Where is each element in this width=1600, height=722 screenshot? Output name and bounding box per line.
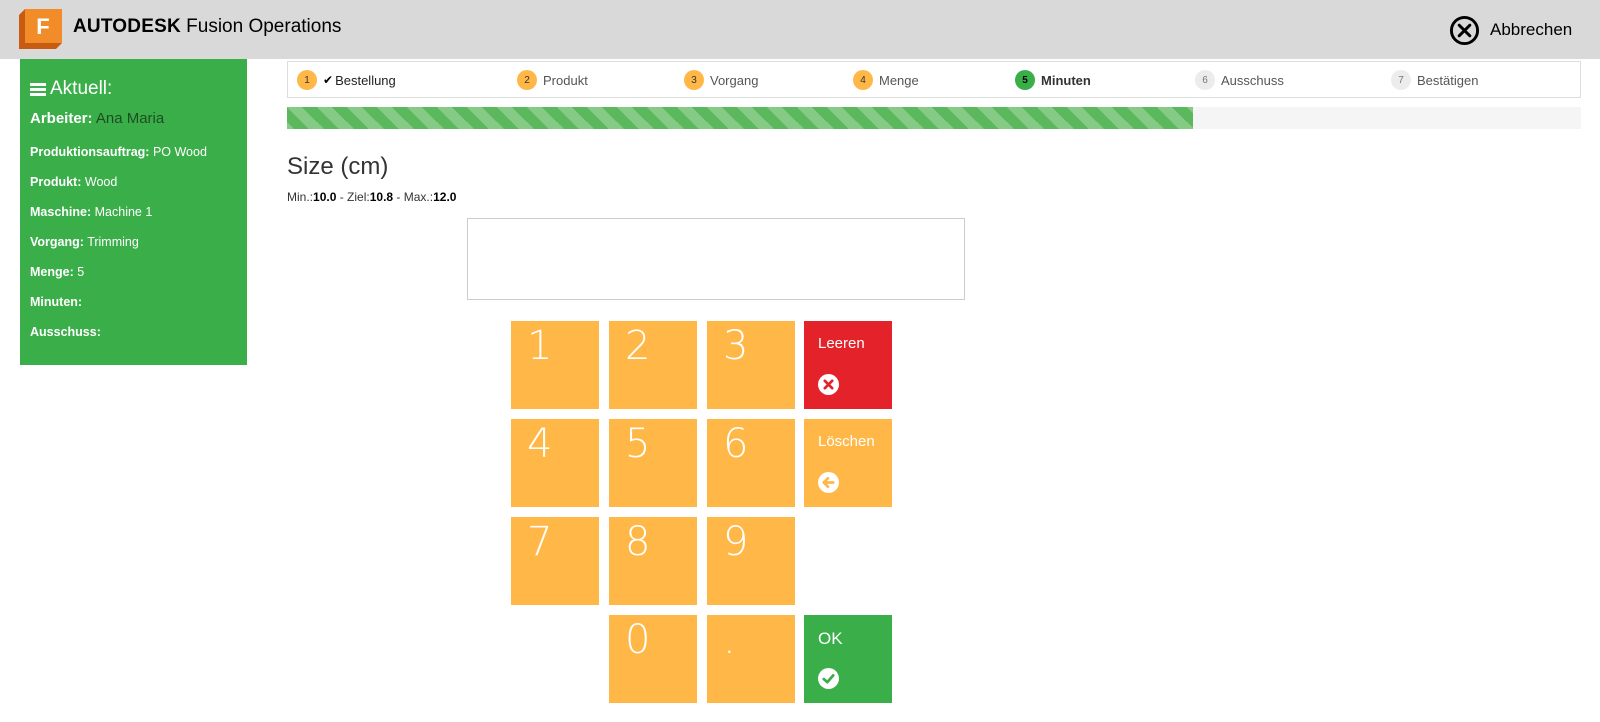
step-7: 7 Bestätigen xyxy=(1391,70,1478,90)
delete-button[interactable]: Löschen xyxy=(804,419,892,507)
step-number: 5 xyxy=(1015,70,1035,90)
key-8[interactable]: 8 xyxy=(609,517,697,605)
step-5: 5 Minuten xyxy=(1015,70,1091,90)
key-6[interactable]: 6 xyxy=(707,419,795,507)
check-icon: ✔ xyxy=(323,73,334,87)
wizard-steps: 1 ✔ Bestellung 2 Produkt 3 Vorgang 4 Menge 5 Minut… xyxy=(287,61,1581,98)
menu-icon xyxy=(30,82,46,96)
step-number: 2 xyxy=(517,70,537,90)
value-display[interactable] xyxy=(467,218,965,300)
field-title: Size (cm) xyxy=(287,153,389,180)
step-label: Menge xyxy=(879,72,919,88)
info-row: Vorgang: Trimming xyxy=(30,235,139,249)
clear-icon xyxy=(818,374,839,395)
worker-row: Arbeiter: Ana Maria xyxy=(30,110,165,127)
info-row: Produktionsauftrag: PO Wood xyxy=(30,145,207,159)
info-row: Ausschuss: xyxy=(30,325,101,339)
key-9[interactable]: 9 xyxy=(707,517,795,605)
step-label: Minuten xyxy=(1041,72,1091,88)
step-3: 3 Vorgang xyxy=(684,70,758,90)
logo-letter: F xyxy=(36,14,49,39)
key-decimal[interactable]: . xyxy=(707,615,795,703)
step-number: 6 xyxy=(1195,70,1215,90)
ok-button[interactable]: OK xyxy=(804,615,892,703)
progress-bar xyxy=(287,107,1581,129)
cancel-button[interactable]: Abbrechen xyxy=(1449,14,1572,46)
step-1: 1 ✔ Bestellung xyxy=(297,70,396,90)
check-icon xyxy=(818,668,839,689)
step-label: Bestätigen xyxy=(1417,72,1479,88)
step-label: Ausschuss xyxy=(1221,72,1284,88)
key-5[interactable]: 5 xyxy=(609,419,697,507)
arrow-left-icon xyxy=(818,472,839,493)
panel-title: Aktuell: xyxy=(30,77,237,101)
info-row: Menge: 5 xyxy=(30,265,85,279)
key-0[interactable]: 0 xyxy=(609,615,697,703)
current-info-panel: Aktuell: Arbeiter: Ana Maria Produktions… xyxy=(20,59,247,365)
clear-button[interactable]: Leeren xyxy=(804,321,892,409)
key-4[interactable]: 4 xyxy=(511,419,599,507)
step-2: 2 Produkt xyxy=(517,70,588,90)
step-6: 6 Ausschuss xyxy=(1195,70,1284,90)
step-4: 4 Menge xyxy=(853,70,919,90)
key-2[interactable]: 2 xyxy=(609,321,697,409)
step-number: 3 xyxy=(684,70,704,90)
key-7[interactable]: 7 xyxy=(511,517,599,605)
step-number: 7 xyxy=(1391,70,1411,90)
field-limits: Min.:10.0 - Ziel:10.8 - Max.:12.0 xyxy=(287,190,457,204)
step-number: 1 xyxy=(297,70,317,90)
fusion-logo: F xyxy=(19,9,62,49)
cancel-label: Abbrechen xyxy=(1490,20,1573,39)
step-label: Vorgang xyxy=(710,72,759,88)
info-rows: Produktionsauftrag: PO Wood Produkt: Wood… xyxy=(30,137,237,347)
step-label: Produkt xyxy=(543,72,588,88)
step-label: Bestellung xyxy=(335,72,396,88)
info-row: Maschine: Machine 1 xyxy=(30,205,153,219)
app-header: F AUTODESK Fusion Operations Abbrechen xyxy=(0,0,1600,59)
info-row: Produkt: Wood xyxy=(30,175,118,189)
key-3[interactable]: 3 xyxy=(707,321,795,409)
circle-x-icon xyxy=(1449,15,1480,45)
info-row: Minuten: xyxy=(30,295,83,309)
step-number: 4 xyxy=(853,70,873,90)
progress-fill xyxy=(287,107,1193,129)
brand-title: AUTODESK Fusion Operations xyxy=(73,16,342,37)
key-1[interactable]: 1 xyxy=(511,321,599,409)
